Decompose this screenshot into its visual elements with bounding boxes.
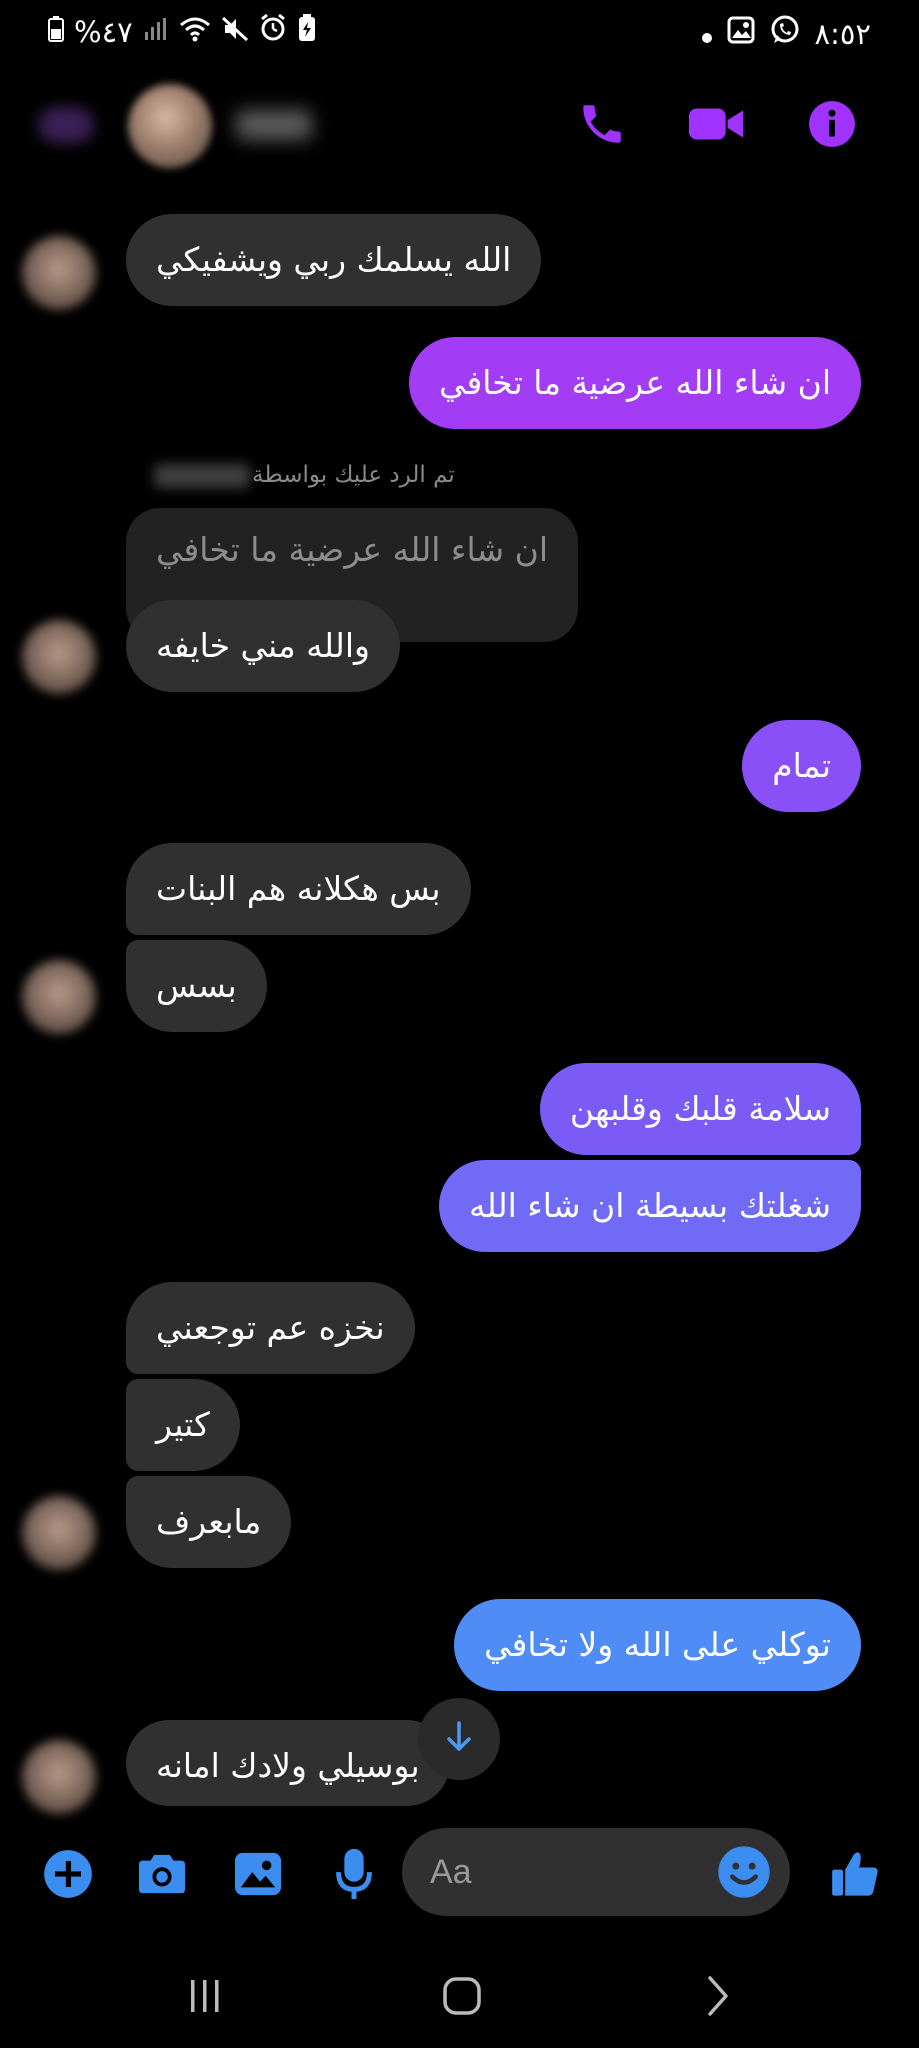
phone-icon bbox=[577, 99, 627, 153]
mute-icon bbox=[221, 15, 249, 49]
conversation-header bbox=[0, 62, 919, 192]
status-right: ٨:٥٢ bbox=[701, 14, 872, 53]
message-composer bbox=[0, 1822, 919, 1926]
sender-avatar bbox=[22, 960, 96, 1034]
battery-percent: %٤٧ bbox=[74, 14, 133, 49]
notification-dot-icon bbox=[701, 17, 713, 51]
back-button[interactable] bbox=[38, 107, 94, 143]
camera-button[interactable] bbox=[132, 1846, 192, 1906]
signal-icon bbox=[143, 15, 169, 49]
incoming-message[interactable]: والله مني خايفه bbox=[126, 600, 400, 692]
camera-icon bbox=[135, 1851, 189, 1901]
call-button[interactable] bbox=[574, 98, 630, 154]
thumbs-up-icon bbox=[830, 1848, 882, 1904]
outgoing-message[interactable]: ان شاء الله عرضية ما تخافي bbox=[408, 337, 861, 429]
outgoing-message[interactable]: سلامة قلبك وقلبهن bbox=[539, 1063, 861, 1155]
arrow-down-icon bbox=[444, 1720, 474, 1758]
emoji-icon bbox=[716, 1846, 772, 1904]
incoming-message[interactable]: بس هكلانه هم البنات bbox=[126, 843, 471, 935]
battery-saver-icon bbox=[297, 14, 317, 49]
contact-avatar[interactable] bbox=[128, 84, 212, 168]
system-navigation-bar bbox=[0, 1948, 919, 2048]
sender-avatar bbox=[22, 1496, 96, 1570]
status-bar: %٤٧ ٨:٥٢ bbox=[0, 0, 919, 62]
home-button[interactable] bbox=[427, 1968, 497, 2028]
alarm-icon bbox=[259, 13, 287, 49]
mic-icon bbox=[334, 1847, 374, 1905]
message-input[interactable] bbox=[430, 1828, 700, 1916]
contact-name[interactable] bbox=[236, 110, 312, 140]
incoming-message[interactable]: كتير bbox=[126, 1379, 240, 1471]
incoming-message[interactable]: بوسيلي ولادك امانه bbox=[126, 1720, 450, 1806]
gallery-button[interactable] bbox=[228, 1846, 288, 1906]
reply-label: تم الرد عليك بواسطة bbox=[252, 462, 455, 488]
battery-icon bbox=[48, 15, 64, 49]
voice-message-button[interactable] bbox=[324, 1846, 384, 1906]
like-button[interactable] bbox=[826, 1846, 886, 1906]
whatsapp-icon bbox=[769, 14, 801, 53]
more-actions-button[interactable] bbox=[38, 1846, 98, 1906]
recent-apps-icon bbox=[185, 1976, 225, 2020]
message-input-container bbox=[402, 1828, 790, 1916]
image-icon bbox=[233, 1851, 283, 1901]
scroll-to-bottom-button[interactable] bbox=[418, 1698, 500, 1780]
plus-icon bbox=[42, 1848, 94, 1904]
back-nav-button[interactable] bbox=[682, 1968, 752, 2028]
reply-sender-name bbox=[154, 464, 250, 488]
sender-avatar bbox=[22, 620, 96, 694]
outgoing-message[interactable]: تمام bbox=[742, 720, 861, 812]
emoji-button[interactable] bbox=[716, 1844, 772, 1900]
video-call-button[interactable] bbox=[688, 98, 744, 154]
status-left: %٤٧ bbox=[48, 13, 317, 49]
sender-avatar bbox=[22, 1740, 96, 1814]
info-icon bbox=[807, 99, 857, 153]
incoming-message[interactable]: الله يسلمك ربي ويشفيكي bbox=[126, 214, 542, 306]
incoming-message[interactable]: نخزه عم توجعني bbox=[126, 1282, 415, 1374]
incoming-message[interactable]: بسس bbox=[126, 940, 267, 1032]
chevron-right-icon bbox=[702, 1974, 732, 2022]
wifi-icon bbox=[179, 15, 211, 49]
home-icon bbox=[441, 1975, 483, 2021]
clock: ٨:٥٢ bbox=[814, 16, 872, 51]
sender-avatar bbox=[22, 236, 96, 310]
gallery-notification-icon bbox=[727, 16, 755, 51]
outgoing-message[interactable]: توكلي على الله ولا تخافي bbox=[454, 1599, 861, 1691]
video-icon bbox=[687, 102, 745, 150]
info-button[interactable] bbox=[804, 98, 860, 154]
recent-apps-button[interactable] bbox=[170, 1968, 240, 2028]
outgoing-message[interactable]: شغلتك بسيطة ان شاء الله bbox=[438, 1160, 861, 1252]
incoming-message[interactable]: مابعرف bbox=[126, 1476, 292, 1568]
